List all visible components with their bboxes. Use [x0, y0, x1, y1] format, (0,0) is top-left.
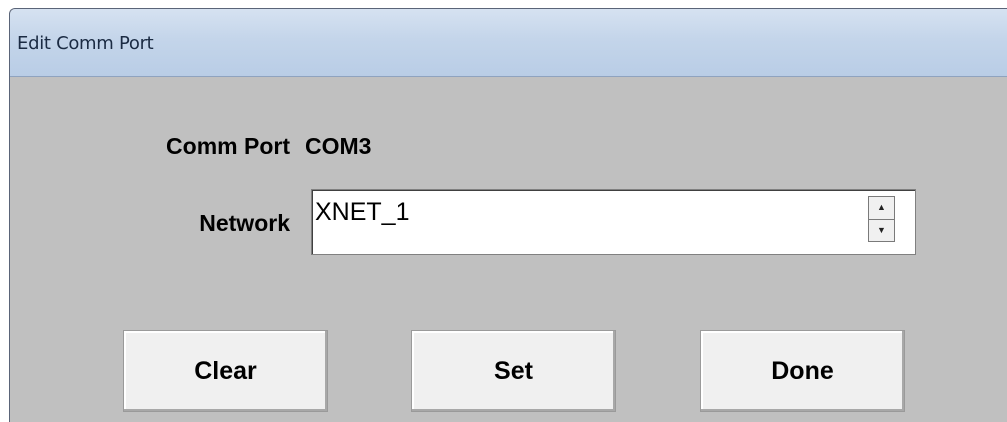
- title-bar[interactable]: Edit Comm Port: [10, 9, 1007, 77]
- dialog-body: Comm Port COM3 Network XNET_1 ▲ ▼ Clear …: [10, 77, 1007, 422]
- comm-port-label: Comm Port: [166, 133, 290, 159]
- clear-button[interactable]: Clear: [123, 330, 328, 412]
- window-title: Edit Comm Port: [17, 33, 154, 54]
- set-button[interactable]: Set: [411, 330, 616, 412]
- spin-up-icon[interactable]: ▲: [868, 196, 895, 220]
- done-button[interactable]: Done: [700, 330, 905, 412]
- spin-down-icon[interactable]: ▼: [868, 219, 895, 242]
- network-spinner[interactable]: ▲ ▼: [868, 196, 895, 242]
- network-value[interactable]: XNET_1: [315, 198, 409, 227]
- network-label: Network: [199, 210, 290, 236]
- network-spin-field[interactable]: XNET_1 ▲ ▼: [311, 189, 916, 255]
- comm-port-value: COM3: [305, 133, 372, 159]
- edit-comm-port-dialog: Edit Comm Port Comm Port COM3 Network XN…: [9, 8, 1007, 422]
